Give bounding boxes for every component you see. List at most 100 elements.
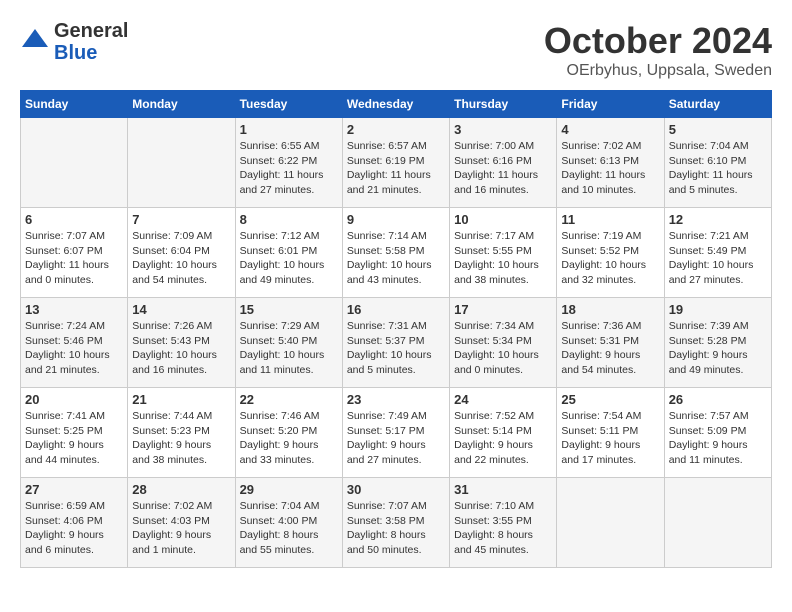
day-cell: 8 Sunrise: 7:12 AM Sunset: 6:01 PM Daylig…	[235, 208, 342, 298]
calendar-table: SundayMondayTuesdayWednesdayThursdayFrid…	[20, 90, 772, 568]
day-cell: 24 Sunrise: 7:52 AM Sunset: 5:14 PM Dayli…	[450, 388, 557, 478]
day-cell: 25Sunrise: 7:54 AM Sunset: 5:11 PM Dayli…	[557, 388, 664, 478]
logo-text: General Blue	[54, 20, 128, 64]
day-cell: 14Sunrise: 7:26 AM Sunset: 5:43 PM Dayli…	[128, 298, 235, 388]
day-info: Sunrise: 7:02 AM Sunset: 4:03 PM Dayligh…	[132, 499, 230, 558]
day-number: 14	[132, 302, 230, 317]
day-number: 20	[25, 392, 123, 407]
day-number: 7	[132, 212, 230, 227]
day-cell: 17 Sunrise: 7:34 AM Sunset: 5:34 PM Dayli…	[450, 298, 557, 388]
calendar-header: SundayMondayTuesdayWednesdayThursdayFrid…	[21, 91, 772, 118]
day-cell: 5 Sunrise: 7:04 AM Sunset: 6:10 PM Daylig…	[664, 118, 771, 208]
day-cell	[664, 478, 771, 568]
calendar-subtitle: OErbyhus, Uppsala, Sweden	[544, 62, 772, 80]
day-cell: 18 Sunrise: 7:36 AM Sunset: 5:31 PM Dayli…	[557, 298, 664, 388]
header-cell-sunday: Sunday	[21, 91, 128, 118]
day-number: 15	[240, 302, 338, 317]
day-number: 24	[454, 392, 552, 407]
day-info: Sunrise: 7:31 AM Sunset: 5:37 PM Dayligh…	[347, 319, 445, 378]
day-number: 22	[240, 392, 338, 407]
day-info: Sunrise: 7:49 AM Sunset: 5:17 PM Dayligh…	[347, 409, 445, 468]
day-number: 4	[561, 122, 659, 137]
day-cell: 4 Sunrise: 7:02 AM Sunset: 6:13 PM Daylig…	[557, 118, 664, 208]
day-info: Sunrise: 7:34 AM Sunset: 5:34 PM Dayligh…	[454, 319, 552, 378]
day-number: 1	[240, 122, 338, 137]
logo-blue: Blue	[54, 42, 128, 64]
header-cell-wednesday: Wednesday	[342, 91, 449, 118]
day-info: Sunrise: 7:46 AM Sunset: 5:20 PM Dayligh…	[240, 409, 338, 468]
day-number: 5	[669, 122, 767, 137]
day-cell: 22 Sunrise: 7:46 AM Sunset: 5:20 PM Dayli…	[235, 388, 342, 478]
day-info: Sunrise: 7:29 AM Sunset: 5:40 PM Dayligh…	[240, 319, 338, 378]
week-row-2: 6Sunrise: 7:07 AM Sunset: 6:07 PM Daylig…	[21, 208, 772, 298]
day-info: Sunrise: 7:07 AM Sunset: 6:07 PM Dayligh…	[25, 229, 123, 288]
day-number: 17	[454, 302, 552, 317]
week-row-3: 13Sunrise: 7:24 AM Sunset: 5:46 PM Dayli…	[21, 298, 772, 388]
title-block: October 2024 OErbyhus, Uppsala, Sweden	[544, 20, 772, 80]
day-number: 19	[669, 302, 767, 317]
day-info: Sunrise: 7:17 AM Sunset: 5:55 PM Dayligh…	[454, 229, 552, 288]
day-info: Sunrise: 6:57 AM Sunset: 6:19 PM Dayligh…	[347, 139, 445, 198]
day-info: Sunrise: 7:12 AM Sunset: 6:01 PM Dayligh…	[240, 229, 338, 288]
day-info: Sunrise: 7:57 AM Sunset: 5:09 PM Dayligh…	[669, 409, 767, 468]
day-number: 11	[561, 212, 659, 227]
logo: General Blue	[20, 20, 128, 64]
day-info: Sunrise: 7:04 AM Sunset: 4:00 PM Dayligh…	[240, 499, 338, 558]
day-cell: 13Sunrise: 7:24 AM Sunset: 5:46 PM Dayli…	[21, 298, 128, 388]
day-info: Sunrise: 7:52 AM Sunset: 5:14 PM Dayligh…	[454, 409, 552, 468]
day-cell: 15 Sunrise: 7:29 AM Sunset: 5:40 PM Dayli…	[235, 298, 342, 388]
day-info: Sunrise: 7:36 AM Sunset: 5:31 PM Dayligh…	[561, 319, 659, 378]
calendar-title: October 2024	[544, 20, 772, 62]
header-cell-thursday: Thursday	[450, 91, 557, 118]
day-cell: 30Sunrise: 7:07 AM Sunset: 3:58 PM Dayli…	[342, 478, 449, 568]
day-number: 23	[347, 392, 445, 407]
day-number: 10	[454, 212, 552, 227]
day-cell: 29Sunrise: 7:04 AM Sunset: 4:00 PM Dayli…	[235, 478, 342, 568]
day-cell: 20Sunrise: 7:41 AM Sunset: 5:25 PM Dayli…	[21, 388, 128, 478]
day-cell: 6Sunrise: 7:07 AM Sunset: 6:07 PM Daylig…	[21, 208, 128, 298]
day-number: 25	[561, 392, 659, 407]
header-cell-tuesday: Tuesday	[235, 91, 342, 118]
day-cell: 28 Sunrise: 7:02 AM Sunset: 4:03 PM Dayli…	[128, 478, 235, 568]
day-number: 18	[561, 302, 659, 317]
day-cell: 12Sunrise: 7:21 AM Sunset: 5:49 PM Dayli…	[664, 208, 771, 298]
day-info: Sunrise: 7:02 AM Sunset: 6:13 PM Dayligh…	[561, 139, 659, 198]
day-cell	[21, 118, 128, 208]
day-cell: 26 Sunrise: 7:57 AM Sunset: 5:09 PM Dayli…	[664, 388, 771, 478]
day-number: 21	[132, 392, 230, 407]
day-number: 26	[669, 392, 767, 407]
day-number: 2	[347, 122, 445, 137]
day-number: 28	[132, 482, 230, 497]
day-cell: 7Sunrise: 7:09 AM Sunset: 6:04 PM Daylig…	[128, 208, 235, 298]
day-info: Sunrise: 7:10 AM Sunset: 3:55 PM Dayligh…	[454, 499, 552, 558]
day-cell: 11 Sunrise: 7:19 AM Sunset: 5:52 PM Dayli…	[557, 208, 664, 298]
day-cell: 16 Sunrise: 7:31 AM Sunset: 5:37 PM Dayli…	[342, 298, 449, 388]
day-number: 31	[454, 482, 552, 497]
day-info: Sunrise: 7:19 AM Sunset: 5:52 PM Dayligh…	[561, 229, 659, 288]
day-cell: 9Sunrise: 7:14 AM Sunset: 5:58 PM Daylig…	[342, 208, 449, 298]
day-number: 8	[240, 212, 338, 227]
day-cell: 27 Sunrise: 6:59 AM Sunset: 4:06 PM Dayli…	[21, 478, 128, 568]
day-info: Sunrise: 7:39 AM Sunset: 5:28 PM Dayligh…	[669, 319, 767, 378]
day-info: Sunrise: 7:07 AM Sunset: 3:58 PM Dayligh…	[347, 499, 445, 558]
day-info: Sunrise: 7:00 AM Sunset: 6:16 PM Dayligh…	[454, 139, 552, 198]
day-info: Sunrise: 7:04 AM Sunset: 6:10 PM Dayligh…	[669, 139, 767, 198]
day-cell: 1Sunrise: 6:55 AM Sunset: 6:22 PM Daylig…	[235, 118, 342, 208]
logo-general: General	[54, 20, 128, 42]
day-cell: 23 Sunrise: 7:49 AM Sunset: 5:17 PM Dayli…	[342, 388, 449, 478]
week-row-1: 1Sunrise: 6:55 AM Sunset: 6:22 PM Daylig…	[21, 118, 772, 208]
day-number: 27	[25, 482, 123, 497]
day-info: Sunrise: 7:24 AM Sunset: 5:46 PM Dayligh…	[25, 319, 123, 378]
day-cell: 2 Sunrise: 6:57 AM Sunset: 6:19 PM Daylig…	[342, 118, 449, 208]
day-number: 3	[454, 122, 552, 137]
header-row: SundayMondayTuesdayWednesdayThursdayFrid…	[21, 91, 772, 118]
calendar-body: 1Sunrise: 6:55 AM Sunset: 6:22 PM Daylig…	[21, 118, 772, 568]
day-info: Sunrise: 7:44 AM Sunset: 5:23 PM Dayligh…	[132, 409, 230, 468]
day-info: Sunrise: 6:59 AM Sunset: 4:06 PM Dayligh…	[25, 499, 123, 558]
day-cell	[557, 478, 664, 568]
day-cell: 31 Sunrise: 7:10 AM Sunset: 3:55 PM Dayli…	[450, 478, 557, 568]
logo-icon	[20, 27, 50, 57]
page-header: General Blue October 2024 OErbyhus, Upps…	[20, 20, 772, 80]
day-number: 16	[347, 302, 445, 317]
day-number: 9	[347, 212, 445, 227]
